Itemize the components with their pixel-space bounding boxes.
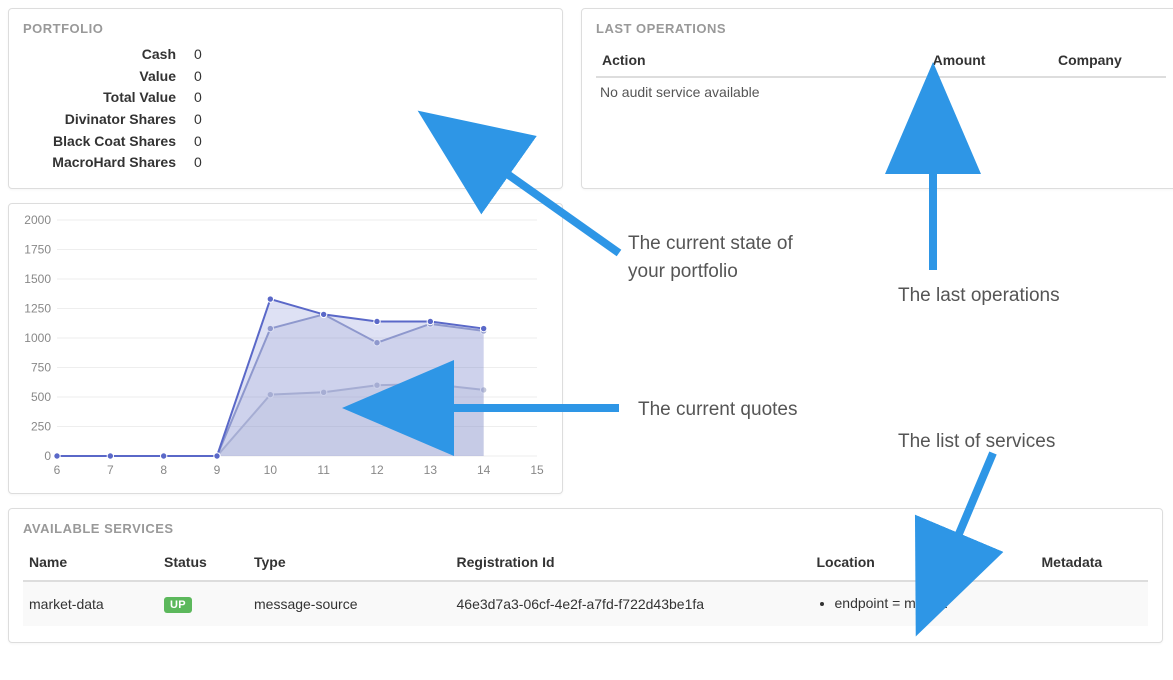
services-col-metadata: Metadata xyxy=(1036,544,1149,581)
services-cell-type: message-source xyxy=(248,581,451,626)
portfolio-row-label: Total Value xyxy=(9,87,194,109)
services-col-status: Status xyxy=(158,544,248,581)
list-item: endpoint = market xyxy=(835,594,1030,614)
svg-text:1500: 1500 xyxy=(24,272,51,286)
portfolio-heading: PORTFOLIO xyxy=(9,9,562,44)
svg-text:11: 11 xyxy=(317,463,330,477)
svg-text:12: 12 xyxy=(370,463,384,477)
quotes-chart: 0 250 500 750 1000 1250 1500 1750 2000 6 7 8 9 10 11 12… xyxy=(11,210,551,482)
portfolio-row: MacroHard Shares0 xyxy=(9,152,562,174)
services-col-location: Location xyxy=(811,544,1036,581)
annotation-services: The list of services xyxy=(898,428,1055,456)
operations-col-company: Company xyxy=(1052,44,1166,77)
svg-text:500: 500 xyxy=(31,390,51,404)
svg-text:8: 8 xyxy=(160,463,167,477)
annotation-operations: The last operations xyxy=(898,282,1060,310)
portfolio-row-value: 0 xyxy=(194,87,202,109)
services-col-type: Type xyxy=(248,544,451,581)
svg-text:7: 7 xyxy=(107,463,114,477)
operations-empty-message: No audit service available xyxy=(596,78,1166,106)
operations-heading: LAST OPERATIONS xyxy=(596,9,1166,44)
services-col-name: Name xyxy=(23,544,158,581)
portfolio-row: Cash0 xyxy=(9,44,562,66)
operations-col-action: Action xyxy=(596,44,927,77)
svg-text:6: 6 xyxy=(54,463,61,477)
portfolio-row-label: Value xyxy=(9,66,194,88)
portfolio-row-value: 0 xyxy=(194,152,202,174)
svg-text:1000: 1000 xyxy=(24,331,51,345)
portfolio-row: Black Coat Shares0 xyxy=(9,131,562,153)
services-panel: AVAILABLE SERVICES Name Status Type Regi… xyxy=(8,508,1163,643)
portfolio-row-value: 0 xyxy=(194,131,202,153)
services-cell-name: market-data xyxy=(23,581,158,626)
svg-text:10: 10 xyxy=(264,463,278,477)
svg-text:14: 14 xyxy=(477,463,491,477)
services-cell-location: endpoint = market xyxy=(811,581,1036,626)
operations-panel: LAST OPERATIONS Action Amount Company No… xyxy=(581,8,1173,189)
portfolio-row-label: Cash xyxy=(9,44,194,66)
svg-text:1250: 1250 xyxy=(24,302,51,316)
operations-col-amount: Amount xyxy=(927,44,1052,77)
services-col-regid: Registration Id xyxy=(451,544,811,581)
operations-table: Action Amount Company xyxy=(596,44,1166,78)
portfolio-row: Divinator Shares0 xyxy=(9,109,562,131)
services-cell-status: UP xyxy=(158,581,248,626)
svg-text:250: 250 xyxy=(31,420,51,434)
svg-text:0: 0 xyxy=(44,449,51,463)
svg-text:2000: 2000 xyxy=(24,213,51,227)
svg-text:9: 9 xyxy=(214,463,221,477)
portfolio-row-value: 0 xyxy=(194,44,202,66)
annotation-chart: The current quotes xyxy=(638,396,797,424)
portfolio-row-value: 0 xyxy=(194,109,202,131)
services-cell-metadata xyxy=(1036,581,1149,626)
svg-text:1750: 1750 xyxy=(24,243,51,257)
portfolio-row-label: Divinator Shares xyxy=(9,109,194,131)
table-row: market-data UP message-source46e3d7a3-06cf… xyxy=(23,581,1148,626)
status-badge: UP xyxy=(164,597,192,613)
svg-text:15: 15 xyxy=(530,463,544,477)
svg-text:750: 750 xyxy=(31,361,51,375)
portfolio-row: Total Value0 xyxy=(9,87,562,109)
annotation-portfolio: The current state of your portfolio xyxy=(628,230,808,285)
portfolio-row: Value0 xyxy=(9,66,562,88)
portfolio-row-label: Black Coat Shares xyxy=(9,131,194,153)
quotes-chart-panel: 0 250 500 750 1000 1250 1500 1750 2000 6 7 8 9 10 11 12… xyxy=(8,203,563,494)
portfolio-row-label: MacroHard Shares xyxy=(9,152,194,174)
services-table: Name Status Type Registration Id Locatio… xyxy=(23,544,1148,626)
services-heading: AVAILABLE SERVICES xyxy=(23,509,1148,544)
services-cell-regid: 46e3d7a3-06cf-4e2f-a7fd-f722d43be1fa xyxy=(451,581,811,626)
svg-text:13: 13 xyxy=(424,463,438,477)
portfolio-row-value: 0 xyxy=(194,66,202,88)
portfolio-panel: PORTFOLIO Cash0Value0Total Value0Divinat… xyxy=(8,8,563,189)
